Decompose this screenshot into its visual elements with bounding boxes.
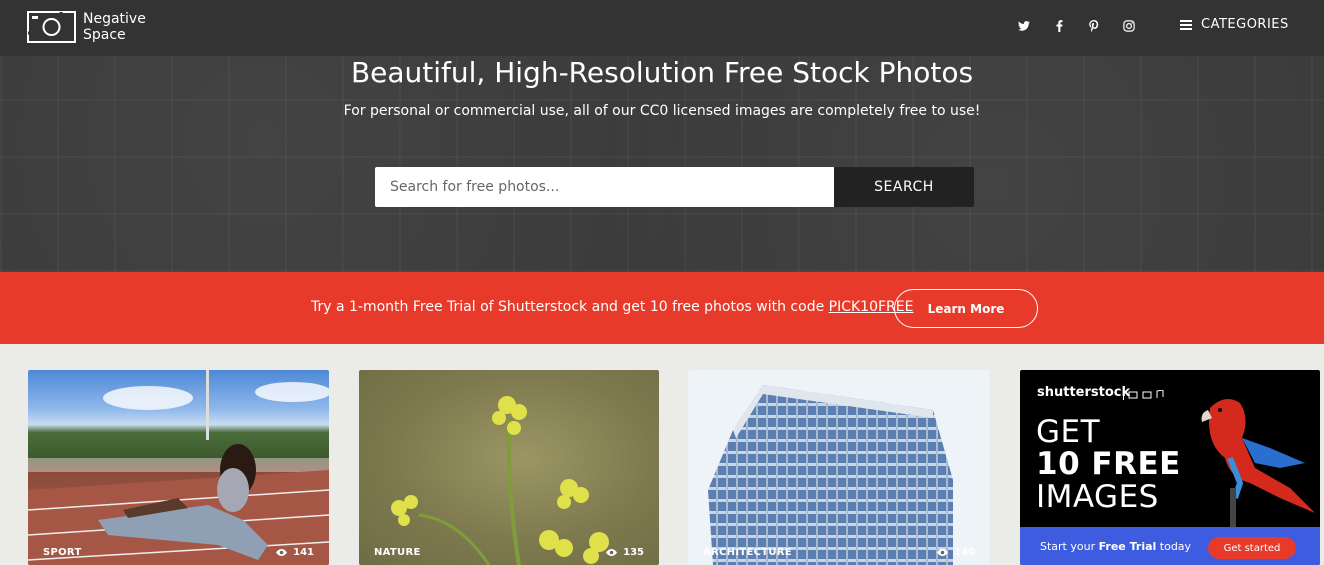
card-category-label: NATURE [374, 547, 421, 558]
ad-cta-bold: Free Trial [1098, 540, 1157, 553]
eye-icon [606, 549, 618, 556]
top-navbar: Negative Space CATEGORIES [0, 0, 1324, 56]
logo-line-1: Negative [83, 11, 146, 27]
sport-photo [28, 370, 329, 565]
ad-cta-suffix: today [1156, 540, 1192, 553]
promo-text: Try a 1-month Free Trial of Shutterstock… [311, 299, 913, 315]
logo-text: Negative Space [83, 11, 153, 43]
eye-icon [937, 549, 949, 556]
instagram-icon[interactable] [1122, 19, 1136, 33]
ad-cta-bar: Start your Free Trial today Get started [1020, 527, 1320, 565]
photo-card-nature[interactable]: NATURE 135 [359, 370, 659, 565]
ad-headline-1: GET [1036, 414, 1101, 450]
logo-line-2: Space [83, 27, 126, 43]
hamburger-icon [1180, 19, 1192, 30]
learn-more-button[interactable]: Learn More [894, 289, 1038, 328]
ad-headline-2: 10 FREE [1036, 446, 1181, 482]
hero-title: Beautiful, High-Resolution Free Stock Ph… [350, 56, 974, 89]
search-input[interactable] [375, 167, 834, 207]
card-views-count: 140 [954, 547, 975, 558]
logo-camera-icon [27, 11, 76, 43]
parrot-image [1201, 399, 1315, 528]
ad-media-icons [1123, 390, 1164, 400]
card-views-count: 141 [293, 547, 314, 558]
pinterest-icon[interactable] [1087, 19, 1101, 33]
facebook-icon[interactable] [1052, 19, 1066, 33]
categories-label: CATEGORIES [1201, 17, 1289, 32]
site-logo[interactable]: Negative Space [27, 11, 153, 43]
card-category-label: ARCHITECTURE [703, 547, 792, 558]
hero-section: Negative Space CATEGORIES Beautiful, Hig… [0, 0, 1324, 272]
categories-menu-button[interactable]: CATEGORIES [1180, 17, 1289, 32]
nature-photo [391, 396, 609, 565]
twitter-icon[interactable] [1017, 19, 1031, 33]
hero-subtitle: For personal or commercial use, all of o… [343, 103, 981, 119]
ad-brand-logo: shutterstock [1037, 385, 1131, 400]
card-category-label: SPORT [43, 547, 82, 558]
architecture-photo [708, 385, 953, 565]
promo-message: Try a 1-month Free Trial of Shutterstock… [311, 299, 829, 315]
ad-cta-text: Start your Free Trial today [1040, 540, 1191, 553]
photo-card-architecture[interactable]: ARCHITECTURE 140 [688, 370, 990, 565]
get-started-button[interactable]: Get started [1208, 537, 1296, 559]
promo-banner: Try a 1-month Free Trial of Shutterstock… [0, 272, 1324, 344]
eye-icon [276, 549, 288, 556]
card-views-count: 135 [623, 547, 644, 558]
search-button[interactable]: SEARCH [834, 167, 974, 207]
card-views: 141 [276, 547, 314, 558]
ad-headline-3: IMAGES [1036, 479, 1159, 515]
photo-card-sport[interactable]: SPORT 141 [28, 370, 329, 565]
card-views: 140 [937, 547, 975, 558]
card-views: 135 [606, 547, 644, 558]
shutterstock-ad[interactable]: shutterstock GET 10 FREE IMAGES Start yo… [1020, 370, 1320, 565]
ad-cta-prefix: Start your [1040, 540, 1099, 553]
